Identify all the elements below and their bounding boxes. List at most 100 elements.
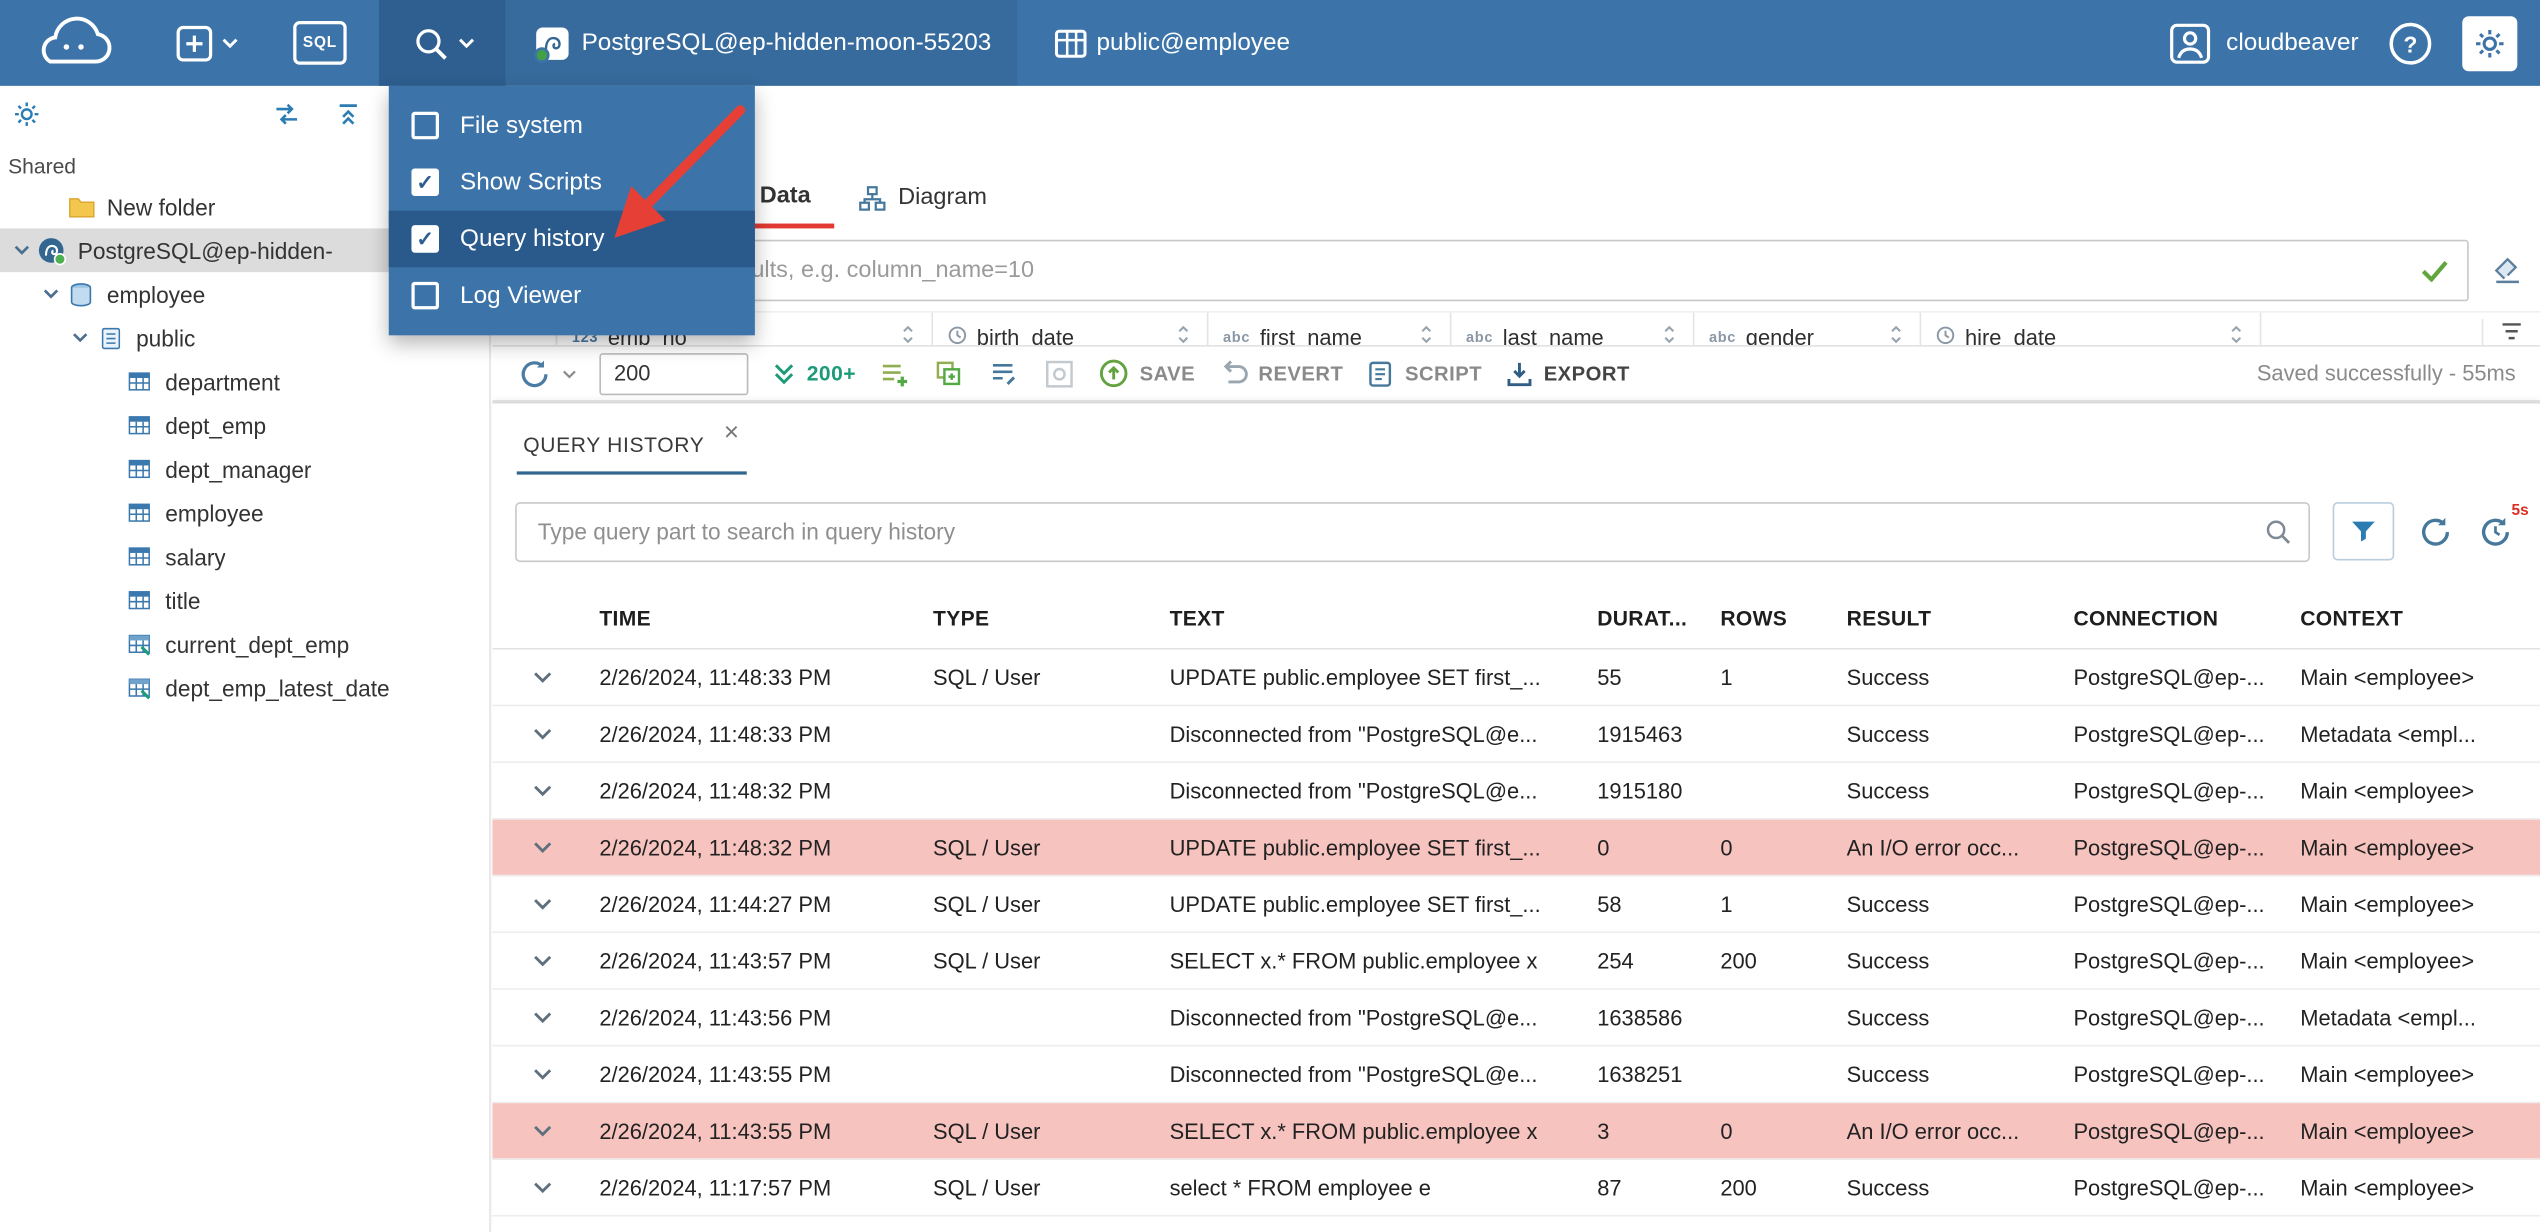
sql-editor-button[interactable]: SQL [277, 0, 363, 86]
history-column-header-type[interactable]: TYPE [933, 606, 1170, 630]
tree-item-employee[interactable]: employee [0, 491, 489, 535]
user-menu[interactable]: cloudbeaver [2169, 22, 2359, 64]
history-row[interactable]: 2/26/2024, 11:44:27 PM SQL / User UPDATE… [492, 876, 2540, 934]
history-search-input[interactable] [515, 501, 2310, 562]
revert-button[interactable]: REVERT [1218, 358, 1344, 389]
tree-item-label: dept_emp_latest_date [165, 674, 390, 701]
expander-icon[interactable] [8, 241, 36, 259]
history-column-header-dur[interactable]: DURAT... [1597, 606, 1720, 630]
tree-settings-gear-icon[interactable] [13, 100, 41, 136]
settings-button[interactable] [2462, 15, 2518, 71]
view-menu-item-log-viewer[interactable]: Log Viewer [389, 267, 755, 324]
checkbox[interactable] [411, 281, 439, 310]
history-row[interactable]: 2/26/2024, 11:43:57 PM SQL / User SELECT… [492, 933, 2540, 990]
history-column-header-rows[interactable]: ROWS [1720, 606, 1846, 630]
new-connection-button[interactable] [159, 0, 255, 86]
tab-query-history[interactable]: QUERY HISTORY × [516, 420, 747, 475]
duplicate-row-button[interactable] [934, 357, 966, 389]
fetch-next-page-button[interactable]: 200+ [771, 360, 856, 386]
row-expander-icon[interactable] [515, 1063, 599, 1086]
expander-icon[interactable] [66, 329, 94, 347]
tree-item-salary[interactable]: salary [0, 535, 489, 579]
sort-icon[interactable] [899, 324, 917, 345]
refresh-button[interactable] [517, 356, 577, 392]
cell-context: Metadata <empl... [2300, 1005, 2476, 1030]
view-menu-button[interactable] [379, 0, 506, 86]
grid-view-toggle-button[interactable] [1044, 357, 1076, 389]
row-expander-icon[interactable] [515, 893, 599, 916]
grid-column-header-first_name[interactable]: abc first_name [1208, 312, 1452, 346]
history-row[interactable]: 2/26/2024, 11:43:55 PM Disconnected from… [492, 1046, 2540, 1104]
view-menu-item-query-history[interactable]: Query history [388, 210, 755, 268]
auto-refresh-icon [2481, 517, 2510, 545]
grid-column-header-birth_date[interactable]: birth_date [933, 312, 1209, 346]
cell-duration: 1638586 [1597, 1005, 1683, 1030]
history-refresh-button[interactable] [2417, 513, 2454, 550]
save-button[interactable]: SAVE [1099, 358, 1195, 389]
view-menu-item-show-scripts[interactable]: Show Scripts [389, 154, 755, 211]
history-column-header-time[interactable]: TIME [599, 606, 933, 630]
row-expander-icon[interactable] [515, 949, 599, 972]
history-row[interactable]: 2/26/2024, 11:48:32 PM SQL / User UPDATE… [492, 819, 2540, 877]
tab-data-label: Data [759, 182, 811, 209]
history-row[interactable]: 2/26/2024, 11:48:33 PM SQL / User UPDATE… [492, 650, 2540, 707]
row-expander-icon[interactable] [515, 722, 599, 745]
history-row[interactable]: 2/26/2024, 11:48:32 PM Disconnected from… [492, 763, 2540, 820]
grid-column-header-gender[interactable]: abc gender [1694, 312, 1922, 346]
sort-icon[interactable] [1887, 324, 1905, 345]
history-column-header-text[interactable]: TEXT [1170, 606, 1598, 630]
sql-icon: SQL [293, 21, 347, 65]
checkbox[interactable] [411, 168, 439, 197]
history-filter-button[interactable] [2332, 502, 2395, 561]
tree-item-department[interactable]: department [0, 360, 489, 404]
history-column-header-result[interactable]: RESULT [1847, 606, 2074, 630]
apply-filter-check-icon[interactable] [2420, 259, 2449, 290]
view-menu-item-file-system[interactable]: File system [389, 97, 755, 154]
expander-icon[interactable] [37, 285, 65, 303]
tree-item-title[interactable]: title [0, 578, 489, 622]
schema-selector[interactable]: public@employee [1033, 0, 1309, 86]
filter-expression-input[interactable] [502, 239, 2469, 302]
sort-icon[interactable] [1660, 324, 1678, 345]
row-expander-icon[interactable] [515, 666, 599, 689]
connection-selector[interactable]: PostgreSQL@ep-hidden-moon-55203 [505, 0, 1018, 86]
tree-item-current_dept_emp[interactable]: current_dept_emp [0, 622, 489, 666]
clear-filter-eraser-icon[interactable] [2485, 254, 2530, 286]
export-button[interactable]: EXPORT [1505, 359, 1630, 388]
row-limit-input[interactable] [599, 352, 749, 395]
grid-column-header-last_name[interactable]: abc last_name [1451, 312, 1695, 346]
tree-item-label: employee [165, 499, 264, 526]
add-row-button[interactable] [879, 357, 911, 389]
row-expander-icon[interactable] [515, 1176, 599, 1199]
row-expander-icon[interactable] [515, 1119, 599, 1142]
help-button[interactable]: ? [2388, 20, 2433, 65]
tree-item-dept_manager[interactable]: dept_manager [0, 447, 489, 491]
sort-icon[interactable] [2227, 324, 2245, 345]
tab-diagram[interactable]: Diagram [835, 167, 1011, 229]
row-expander-icon[interactable] [515, 779, 599, 802]
history-column-header-ctx[interactable]: CONTEXT [2300, 606, 2540, 630]
history-column-header-conn[interactable]: CONNECTION [2073, 606, 2300, 630]
row-expander-icon[interactable] [515, 1006, 599, 1029]
grid-columns-settings-icon[interactable] [2481, 319, 2524, 346]
grid-column-header-hire_date[interactable]: hire_date [1921, 312, 2262, 346]
history-row[interactable]: 2/26/2024, 11:17:57 PM SQL / User select… [492, 1160, 2540, 1217]
history-row[interactable]: 2/26/2024, 11:43:55 PM SQL / User SELECT… [492, 1103, 2540, 1160]
tree-item-dept_emp_latest_date[interactable]: dept_emp_latest_date [0, 666, 489, 710]
sort-icon[interactable] [1417, 324, 1435, 345]
history-row[interactable]: 2/26/2024, 11:43:56 PM Disconnected from… [492, 990, 2540, 1047]
sort-icon[interactable] [1174, 324, 1192, 345]
checkbox[interactable] [411, 225, 439, 253]
auto-refresh-button[interactable]: 5s [2477, 501, 2529, 550]
column-type-icon [948, 326, 967, 345]
tree-item-dept_emp[interactable]: dept_emp [0, 403, 489, 447]
close-tab-icon[interactable]: × [724, 420, 740, 446]
cell-duration: 1638251 [1597, 1061, 1683, 1087]
collapse-all-icon[interactable] [334, 100, 363, 136]
history-row[interactable]: 2/26/2024, 11:48:33 PM Disconnected from… [492, 706, 2540, 763]
checkbox[interactable] [411, 111, 439, 140]
row-expander-icon[interactable] [515, 836, 599, 859]
sync-connection-icon[interactable] [272, 100, 301, 136]
script-button[interactable]: SCRIPT [1366, 359, 1482, 388]
edit-value-button[interactable] [989, 357, 1021, 389]
